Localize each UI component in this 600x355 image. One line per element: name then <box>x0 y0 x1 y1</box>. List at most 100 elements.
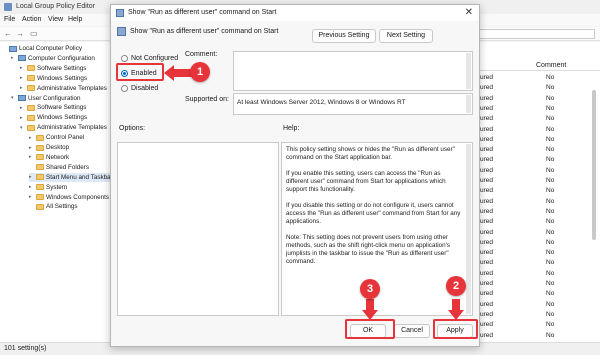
state-cell: ured <box>480 115 494 123</box>
previous-setting-button[interactable]: Previous Setting <box>312 29 376 43</box>
supported-on-box: At least Windows Server 2012, Windows 8 … <box>233 93 473 115</box>
tree-item[interactable]: All Settings <box>29 202 78 211</box>
tree-item[interactable]: ▸ Software Settings <box>20 64 86 73</box>
tree-item[interactable]: ▸ Desktop <box>29 143 69 152</box>
tree-item[interactable]: ▸ Software Settings <box>20 103 86 112</box>
table-row[interactable]: ured No <box>466 83 600 93</box>
table-row[interactable]: ured No <box>466 248 600 258</box>
back-arrow-icon[interactable]: ← <box>4 29 13 38</box>
chevron-right-icon[interactable]: ▸ <box>20 65 25 71</box>
table-row[interactable]: ured No <box>466 145 600 155</box>
radio-disabled[interactable]: Disabled <box>121 85 158 92</box>
table-row[interactable]: ured No <box>466 125 600 135</box>
apply-highlight-box <box>433 319 478 339</box>
computer-icon <box>9 45 17 52</box>
table-row[interactable]: ured No <box>466 217 600 227</box>
table-row[interactable]: ured No <box>466 104 600 114</box>
table-row[interactable]: ured No <box>466 300 600 310</box>
next-setting-button[interactable]: Next Setting <box>379 29 433 43</box>
tree-item[interactable]: ▸ Windows Settings <box>20 74 87 83</box>
table-row[interactable]: ured No <box>466 114 600 124</box>
table-row[interactable]: ured No <box>466 238 600 248</box>
table-row[interactable]: ured No <box>466 176 600 186</box>
chevron-down-icon[interactable]: ▾ <box>11 95 16 101</box>
chevron-right-icon[interactable]: ▸ <box>29 154 34 160</box>
tree-item[interactable]: ▸ Computer Configuration <box>11 54 95 63</box>
tree-item[interactable]: ▸ Windows Components <box>29 193 109 202</box>
table-row[interactable]: ured No <box>466 73 600 83</box>
table-row[interactable]: ured No <box>466 331 600 341</box>
radio-label: Not Configured <box>131 55 179 62</box>
tree-item[interactable]: ▸ Start Menu and Taskbar <box>29 172 113 182</box>
chevron-right-icon[interactable]: ▸ <box>20 75 25 81</box>
radio-not-configured[interactable]: Not Configured <box>121 55 178 62</box>
state-cell: ured <box>480 74 494 81</box>
chevron-right-icon[interactable]: ▸ <box>29 145 34 151</box>
tree-item[interactable]: Shared Folders <box>29 163 89 172</box>
step-1-badge: 1 <box>190 62 210 82</box>
help-label: Help: <box>283 125 300 132</box>
comment-scrollbar[interactable] <box>466 53 471 89</box>
table-row[interactable]: ured No <box>466 207 600 217</box>
chevron-right-icon[interactable]: ▸ <box>29 174 34 180</box>
tree-item[interactable]: ▾ User Configuration <box>11 94 81 103</box>
tree-item-label: User Configuration <box>28 94 81 102</box>
folder-icon <box>27 75 35 82</box>
table-row[interactable]: ured No <box>466 166 600 176</box>
radio-circle[interactable] <box>121 85 128 92</box>
state-cell: ured <box>480 104 494 112</box>
state-cell: ured <box>480 269 494 277</box>
table-row[interactable]: ured No <box>466 155 600 165</box>
tree-item-label: Network <box>46 153 70 161</box>
chevron-right-icon[interactable]: ▸ <box>29 135 34 141</box>
menu-view[interactable]: View <box>48 16 63 23</box>
comment-textarea[interactable] <box>233 51 473 91</box>
table-row[interactable]: ured No <box>466 320 600 330</box>
state-cell: ured <box>480 321 494 329</box>
chevron-right-icon[interactable]: ▸ <box>20 85 25 91</box>
tree-item[interactable]: Local Computer Policy <box>2 44 82 53</box>
list-scrollbar[interactable] <box>592 90 596 240</box>
cancel-button[interactable]: Cancel <box>394 324 430 338</box>
comment-column-header[interactable]: Comment <box>536 62 566 69</box>
tree-item[interactable]: ▸ Windows Settings <box>20 113 87 122</box>
tree-item[interactable]: ▸ Network <box>29 153 69 162</box>
table-row[interactable]: ured No <box>466 310 600 320</box>
table-row[interactable]: ured No <box>466 135 600 145</box>
table-row[interactable]: ured No <box>466 186 600 196</box>
menu-help[interactable]: Help <box>68 16 82 23</box>
filter-combo[interactable] <box>470 29 595 39</box>
forward-arrow-icon[interactable]: → <box>16 29 25 38</box>
comment-cell: No <box>546 156 555 164</box>
table-row[interactable]: ured No <box>466 269 600 279</box>
supported-scrollbar[interactable] <box>466 95 471 113</box>
state-cell: ured <box>480 300 494 308</box>
chevron-right-icon[interactable]: ▸ <box>29 194 34 200</box>
table-row[interactable]: ured No <box>466 94 600 104</box>
table-row[interactable]: ured No <box>466 197 600 207</box>
up-folder-icon[interactable]: ▭ <box>30 29 39 38</box>
help-paragraph: If you enable this setting, users can ac… <box>286 170 446 193</box>
tree-item[interactable]: ▾ Administrative Templates <box>20 123 107 132</box>
chevron-right-icon[interactable]: ▸ <box>20 105 25 111</box>
tree-item-label: System <box>46 183 67 191</box>
tree-item[interactable]: ▸ Administrative Templates <box>20 84 107 93</box>
table-row[interactable]: ured No <box>466 289 600 299</box>
table-row[interactable]: ured No <box>466 258 600 268</box>
menu-file[interactable]: File <box>4 16 15 23</box>
help-scrollbar[interactable] <box>466 144 471 314</box>
help-text: This policy setting shows or hides the "… <box>286 146 464 274</box>
radio-circle[interactable] <box>121 55 128 62</box>
chevron-right-icon[interactable]: ▸ <box>20 115 25 121</box>
state-cell: ured <box>480 228 494 236</box>
close-icon[interactable]: ✕ <box>465 7 473 18</box>
tree-item[interactable]: ▸ Control Panel <box>29 133 84 142</box>
chevron-down-icon[interactable]: ▾ <box>20 125 25 131</box>
status-text: 101 setting(s) <box>4 345 47 352</box>
table-row[interactable]: ured No <box>466 228 600 238</box>
menu-action[interactable]: Action <box>22 16 41 23</box>
tree-item[interactable]: ▸ System <box>29 183 67 192</box>
chevron-right-icon[interactable]: ▸ <box>11 55 16 61</box>
chevron-right-icon[interactable]: ▸ <box>29 184 34 190</box>
table-row[interactable]: ured No <box>466 279 600 289</box>
